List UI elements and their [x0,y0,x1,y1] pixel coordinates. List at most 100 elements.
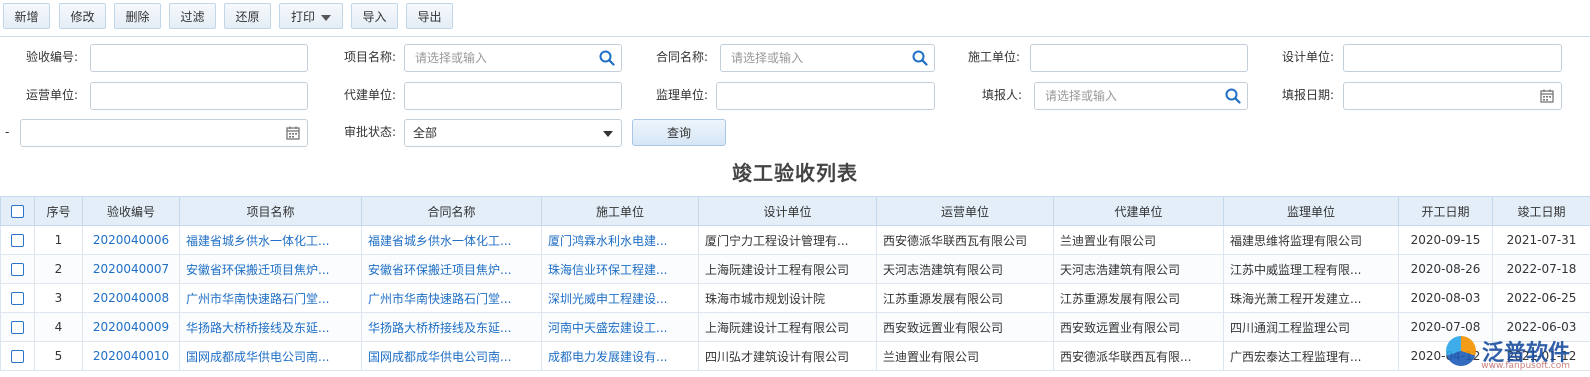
contract-name-link[interactable]: 福建省城乡供水一体化工... [361,225,542,255]
select-all-header[interactable] [0,196,35,226]
table-row[interactable]: 4 2020040009 华扬路大桥桥接线及东延... 华扬路大桥桥接线及东延.… [0,312,1590,342]
delete-button[interactable]: 删除 [114,3,161,29]
column-header[interactable]: 项目名称 [179,196,362,226]
report-date-start-input[interactable] [1344,83,1561,109]
row-checkbox[interactable] [11,263,24,276]
acceptance-no-link[interactable]: 2020040009 [82,312,180,342]
reporter-label: 填报人: [981,88,1022,102]
export-button[interactable]: 导出 [406,3,453,29]
construction-unit-link[interactable]: 珠海信业环保工程建... [541,254,699,284]
acceptance-no-field[interactable] [90,44,308,72]
agent-unit-cell: 西安致远置业有限公司 [1053,312,1224,342]
calendar-icon[interactable] [285,125,301,141]
search-icon[interactable] [1225,88,1241,104]
row-index: 4 [34,312,83,342]
search-icon[interactable] [912,50,928,66]
edit-button[interactable]: 修改 [59,3,106,29]
agent-unit-input[interactable] [405,83,621,109]
column-header[interactable]: 施工单位 [541,196,699,226]
report-date-field[interactable] [1343,82,1562,110]
supervision-unit-input[interactable] [717,83,934,109]
operation-unit-cell: 兰迪置业有限公司 [876,341,1054,371]
report-date-end-field[interactable] [20,119,308,147]
acceptance-no-link[interactable]: 2020040006 [82,225,180,255]
approval-status-label: 审批状态: [343,125,396,139]
report-date-end-input[interactable] [21,120,307,146]
column-header[interactable]: 代建单位 [1053,196,1224,226]
restore-button[interactable]: 还原 [224,3,271,29]
column-header[interactable]: 合同名称 [361,196,542,226]
construction-unit-link[interactable]: 厦门鸿霖水利水电建... [541,225,699,255]
column-header[interactable]: 开工日期 [1398,196,1493,226]
row-checkbox[interactable] [11,321,24,334]
column-header[interactable]: 监理单位 [1223,196,1399,226]
import-button[interactable]: 导入 [351,3,398,29]
brand-logo-icon [1445,336,1476,366]
project-name-link[interactable]: 广州市华南快速路石门堂... [179,283,362,313]
column-header[interactable]: 序号 [34,196,83,226]
construction-unit-link[interactable]: 成都电力发展建设有... [541,341,699,371]
column-header[interactable]: 竣工日期 [1492,196,1590,226]
contract-name-link[interactable]: 国网成都成华供电公司南... [361,341,542,371]
table-row[interactable]: 2 2020040007 安徽省环保搬迁项目焦炉... 安徽省环保搬迁项目焦炉.… [0,254,1590,284]
search-icon[interactable] [599,50,615,66]
acceptance-no-link[interactable]: 2020040008 [82,283,180,313]
row-checkbox[interactable] [11,234,24,247]
design-unit-input[interactable] [1344,45,1561,71]
construction-unit-input[interactable] [1031,45,1247,71]
print-dropdown-button[interactable]: 打印 [279,3,343,29]
reporter-field[interactable] [1034,82,1248,110]
column-header[interactable]: 设计单位 [698,196,877,226]
add-button[interactable]: 新增 [3,3,50,29]
table-row[interactable]: 1 2020040006 福建省城乡供水一体化工... 福建省城乡供水一体化工.… [0,225,1590,255]
operation-unit-field[interactable] [90,82,308,110]
project-name-field[interactable] [404,44,622,72]
design-unit-cell: 上海阮建设计工程有限公司 [698,312,877,342]
table-row[interactable]: 3 2020040008 广州市华南快速路石门堂... 广州市华南快速路石门堂.… [0,283,1590,313]
row-checkbox[interactable] [11,292,24,305]
reporter-input[interactable] [1035,83,1247,109]
contract-name-link[interactable]: 安徽省环保搬迁项目焦炉... [361,254,542,284]
approval-status-select[interactable]: 全部 [404,119,622,147]
contract-name-input[interactable] [721,45,934,71]
project-name-link[interactable]: 福建省城乡供水一体化工... [179,225,362,255]
contract-name-field[interactable] [720,44,935,72]
select-all-checkbox[interactable] [11,205,24,218]
start-date-cell: 2020-09-15 [1398,225,1493,255]
supervision-unit-field[interactable] [716,82,935,110]
table-row[interactable]: 5 2020040010 国网成都成华供电公司南... 国网成都成华供电公司南.… [0,341,1590,371]
contract-name-link[interactable]: 广州市华南快速路石门堂... [361,283,542,313]
acceptance-no-label: 验收编号: [25,50,78,64]
acceptance-no-link[interactable]: 2020040010 [82,341,180,371]
watermark-url: www.fanpusoft.com [1481,361,1570,371]
agent-unit-cell: 天河志浩建筑有限公司 [1053,254,1224,284]
project-name-link[interactable]: 安徽省环保搬迁项目焦炉... [179,254,362,284]
filter-button[interactable]: 过滤 [169,3,216,29]
acceptance-no-input[interactable] [91,45,307,71]
query-button[interactable]: 查询 [632,119,726,146]
print-label: 打印 [290,10,315,24]
design-unit-field[interactable] [1343,44,1562,72]
supervision-unit-cell: 江苏中威监理工程有限... [1223,254,1399,284]
row-checkbox[interactable] [11,350,24,363]
column-header[interactable]: 验收编号 [82,196,180,226]
toolbar-divider [0,36,1590,37]
row-index: 1 [34,225,83,255]
project-name-link[interactable]: 国网成都成华供电公司南... [179,341,362,371]
construction-unit-link[interactable]: 深圳光威申工程建设... [541,283,699,313]
supervision-unit-cell: 珠海光萧工程开发建立... [1223,283,1399,313]
acceptance-no-link[interactable]: 2020040007 [82,254,180,284]
contract-name-link[interactable]: 华扬路大桥桥接线及东延... [361,312,542,342]
calendar-icon[interactable] [1539,88,1555,104]
column-header[interactable]: 运营单位 [876,196,1054,226]
agent-unit-field[interactable] [404,82,622,110]
operation-unit-input[interactable] [91,83,307,109]
construction-unit-link[interactable]: 河南中天盛宏建设工... [541,312,699,342]
agent-unit-cell: 江苏重源发展有限公司 [1053,283,1224,313]
project-name-input[interactable] [405,45,621,71]
chevron-down-icon[interactable] [603,131,613,137]
construction-unit-field[interactable] [1030,44,1248,72]
supervision-unit-label: 监理单位: [655,88,708,102]
completion-date-cell: 2022-07-18 [1492,254,1590,284]
project-name-link[interactable]: 华扬路大桥桥接线及东延... [179,312,362,342]
